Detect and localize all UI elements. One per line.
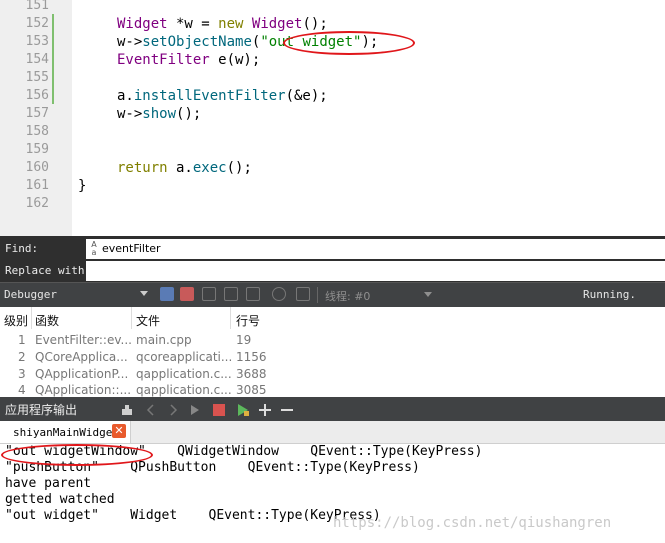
code-editor[interactable]: 151 152 153 154 155 156 157 158 159 160 … — [0, 0, 665, 236]
debugger-status: Running. — [583, 288, 636, 301]
line-number: 157 — [25, 106, 49, 121]
line-number: 153 — [25, 34, 49, 49]
output-line: have parent — [5, 476, 92, 491]
highlight-ellipse — [283, 31, 415, 55]
find-label: Find: — [5, 242, 39, 255]
zoom-out-icon[interactable] — [280, 402, 294, 416]
stack-table: 级别 函数 文件 行号 1 EventFilter::ev... main.cp… — [0, 307, 665, 397]
highlight-ellipse — [1, 444, 153, 466]
code-line: return a.exec(); — [117, 160, 252, 176]
replace-input[interactable] — [86, 261, 665, 281]
pane-title: 应用程序输出 — [5, 403, 78, 417]
code-line: a.installEventFilter(&e); — [117, 88, 328, 104]
line-number: 158 — [25, 124, 49, 139]
column-header-level[interactable]: 级别 — [4, 312, 28, 329]
application-output-header: 应用程序输出 — [0, 397, 665, 421]
line-number: 151 — [25, 0, 49, 13]
attach-debugger-icon[interactable] — [120, 402, 134, 416]
line-number: 161 — [25, 178, 49, 193]
output-tab-bar: shiyanMainWidget ✕ — [0, 421, 665, 444]
stop-debugger-icon[interactable] — [180, 287, 194, 301]
tab-label: shiyanMainWidget — [13, 426, 119, 439]
find-value: eventFilter — [102, 242, 161, 255]
find-replace-bar: Find: Aa eventFilter Replace with: — [0, 236, 665, 282]
chevron-left-icon[interactable] — [144, 402, 158, 416]
search-icon[interactable]: Aa — [89, 241, 99, 257]
step-out-icon[interactable] — [246, 287, 260, 301]
code-line: } — [78, 178, 87, 194]
column-separator — [230, 307, 231, 329]
line-number: 156 — [25, 88, 49, 103]
chevron-right-icon[interactable] — [166, 402, 180, 416]
zoom-in-icon[interactable] — [258, 402, 272, 416]
instruction-mode-icon[interactable] — [296, 287, 310, 301]
replace-label: Replace with: — [5, 264, 92, 277]
line-number: 162 — [25, 196, 49, 211]
code-line: w->show(); — [117, 106, 202, 122]
step-into-icon[interactable] — [224, 287, 238, 301]
line-number: 160 — [25, 160, 49, 175]
find-input[interactable]: Aa eventFilter — [86, 239, 665, 259]
line-number: 155 — [25, 70, 49, 85]
code-line: Widget *w = new Widget(); — [117, 16, 328, 32]
column-header-line[interactable]: 行号 — [236, 312, 260, 329]
thread-selector[interactable]: 线程: #0 — [325, 288, 370, 304]
column-header-function[interactable]: 函数 — [35, 312, 59, 329]
column-separator — [31, 307, 32, 329]
chevron-down-icon[interactable] — [424, 292, 432, 297]
output-line: "out widget" Widget QEvent::Type(KeyPres… — [5, 508, 381, 523]
watermark: https://blog.csdn.net/qiushangren — [333, 515, 612, 531]
rerun-icon[interactable] — [188, 402, 202, 416]
close-icon[interactable]: ✕ — [112, 424, 126, 438]
line-number: 154 — [25, 52, 49, 67]
output-line: getted watched — [5, 492, 115, 507]
stop-icon[interactable] — [212, 402, 226, 416]
changed-lines-marker — [52, 14, 54, 104]
toolbar-separator — [317, 287, 318, 303]
line-number: 159 — [25, 142, 49, 157]
column-separator — [131, 307, 132, 329]
code-line: EventFilter e(w); — [117, 52, 261, 68]
chevron-down-icon — [140, 291, 148, 296]
debugger-combo[interactable]: Debugger — [0, 283, 152, 307]
step-over-icon[interactable] — [202, 287, 216, 301]
restart-icon[interactable] — [272, 287, 286, 301]
continue-icon[interactable] — [160, 287, 174, 301]
debugger-toolbar: Debugger 线程: #0 Running. — [0, 282, 665, 307]
column-header-file[interactable]: 文件 — [136, 312, 160, 329]
debug-run-icon[interactable] — [236, 402, 250, 416]
tab-shiyanmainwidget[interactable]: shiyanMainWidget ✕ — [0, 421, 131, 443]
line-number: 152 — [25, 16, 49, 31]
